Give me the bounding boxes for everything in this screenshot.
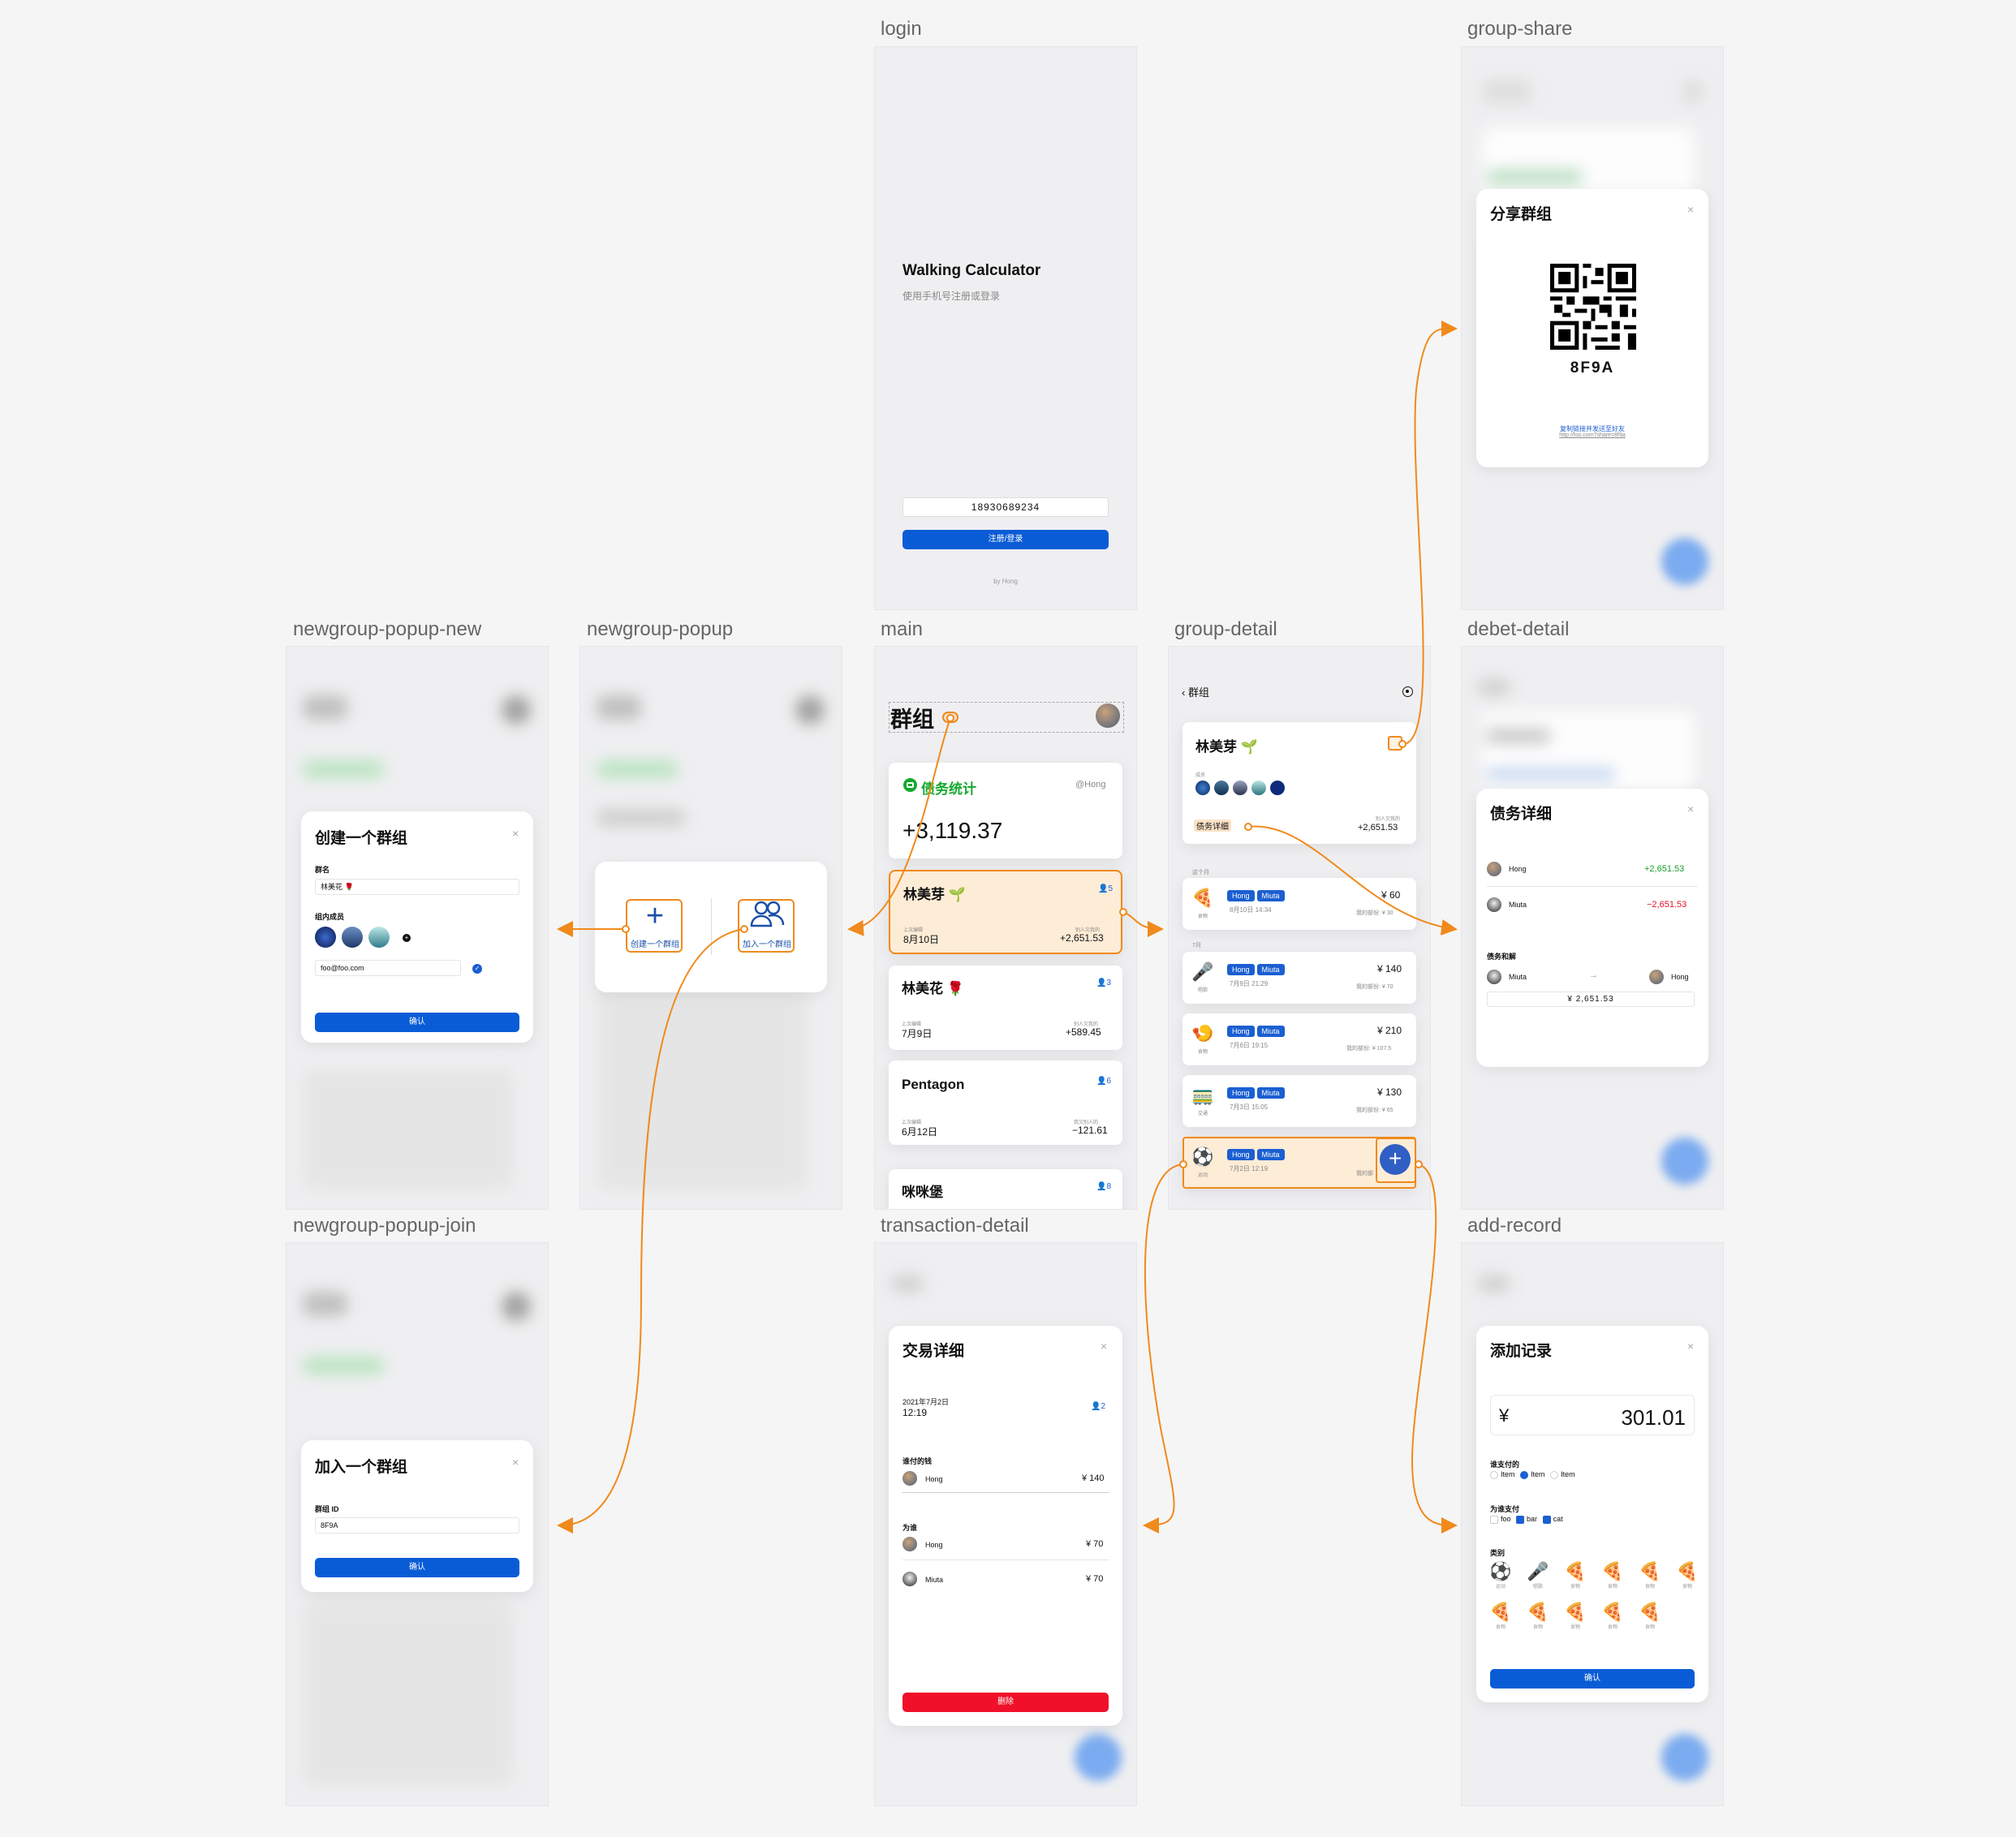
connector-origin	[1398, 740, 1406, 748]
connector-add-record	[1411, 1164, 1458, 1534]
prototype-connectors	[557, 320, 1458, 1534]
connector-origin	[1119, 908, 1127, 916]
connector-origin	[1415, 1160, 1423, 1168]
connector-origin	[946, 714, 954, 722]
connector-share	[1402, 320, 1458, 746]
connector-main-to-newgroup	[847, 717, 951, 936]
connector-debt-detail	[1247, 825, 1458, 936]
connector-join	[557, 928, 745, 1534]
connector-origin	[622, 925, 630, 933]
connector-origin	[740, 925, 748, 933]
connector-transaction	[1143, 1164, 1184, 1534]
connector-origin	[1244, 823, 1252, 831]
connector-main-to-detail	[1122, 911, 1164, 937]
design-canvas: login group-share newgroup-popup-new new…	[0, 0, 2016, 1837]
connector-origin	[1179, 1160, 1187, 1168]
